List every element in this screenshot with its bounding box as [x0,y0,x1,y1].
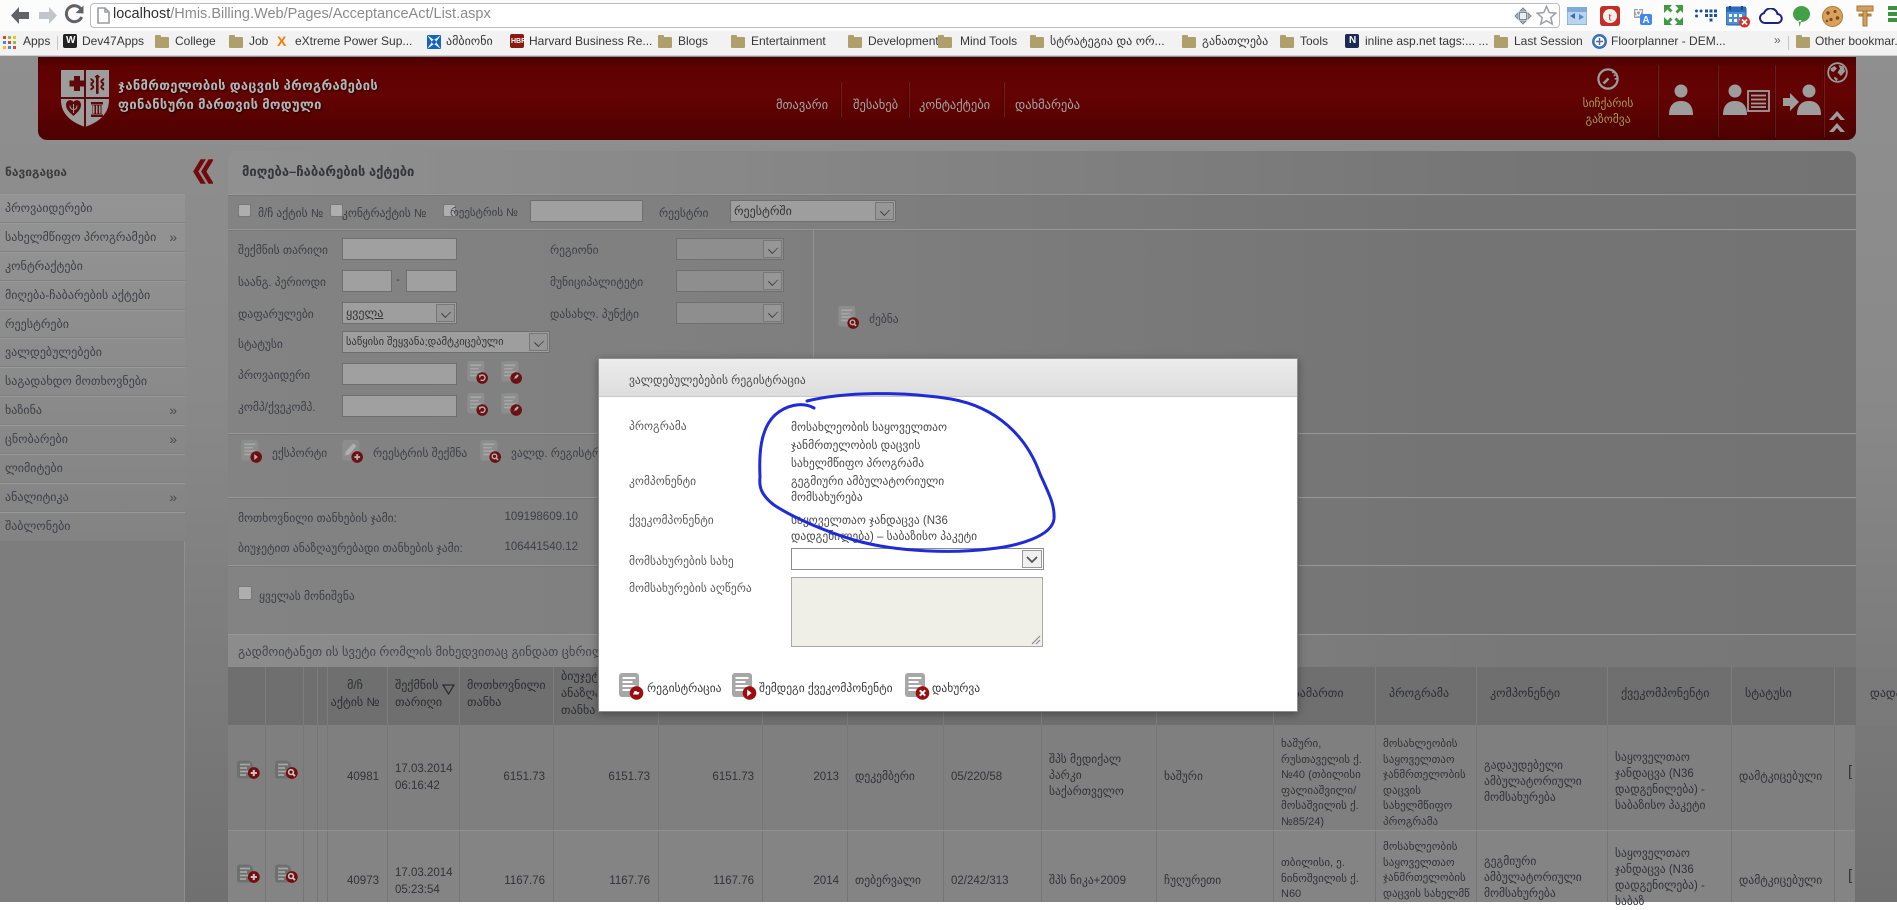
svg-text:A: A [1642,15,1649,26]
